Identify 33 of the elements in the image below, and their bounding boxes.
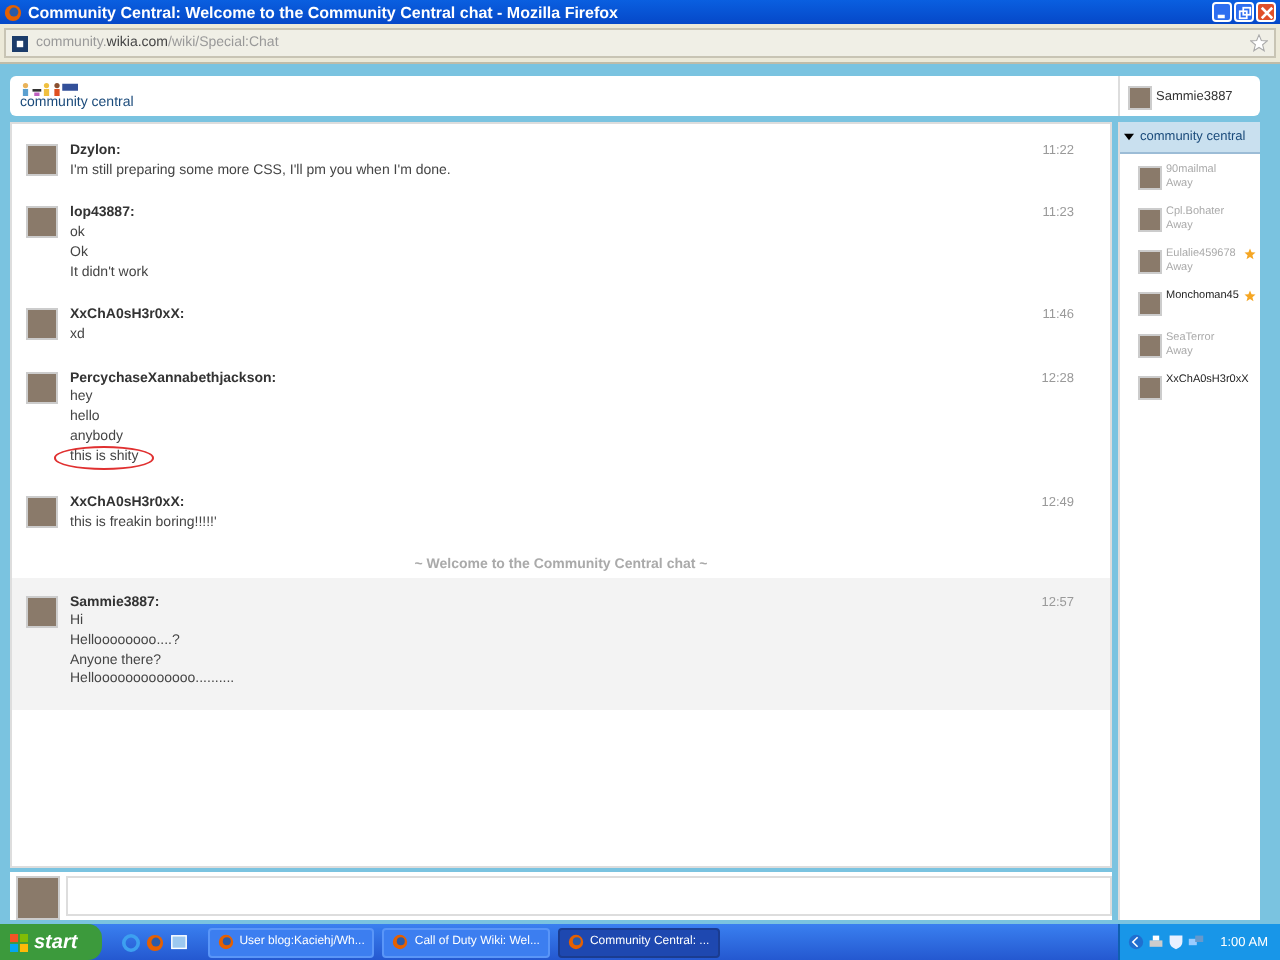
avatar-image (1128, 85, 1152, 109)
people-logo-icon (20, 82, 80, 96)
star-icon (1244, 290, 1256, 302)
close-icon (1259, 5, 1273, 19)
restore-icon (1237, 5, 1251, 19)
avatar-image (1138, 208, 1162, 232)
shield-icon[interactable] (1168, 934, 1185, 950)
avatar-image (1138, 166, 1162, 190)
site-identity-icon (12, 35, 28, 51)
printer-icon[interactable] (1148, 934, 1165, 950)
avatar-image (26, 595, 58, 628)
star-icon (1244, 248, 1256, 260)
avatar-image (26, 496, 58, 529)
avatar-image (16, 875, 60, 919)
avatar-image (26, 144, 58, 176)
minimize-button[interactable] (1212, 2, 1232, 22)
avatar-image (1138, 334, 1162, 358)
tray-icon[interactable] (1128, 934, 1145, 950)
avatar-image (26, 308, 58, 341)
avatar-image (1138, 292, 1162, 316)
restore-button[interactable] (1234, 2, 1254, 22)
start-button[interactable]: start (0, 924, 102, 960)
avatar-image (1138, 376, 1162, 400)
network-icon[interactable] (1188, 934, 1205, 950)
window-title: Community Central: Welcome to the Community Central chat - Mozilla Firefox (28, 3, 620, 21)
desktop-icon[interactable] (169, 933, 188, 951)
message-input[interactable] (66, 876, 1112, 916)
avatar-image (26, 371, 58, 404)
avatar-image (1138, 250, 1162, 274)
bookmark-star-icon[interactable] (1250, 34, 1268, 52)
avatar-image (26, 206, 58, 239)
windows-flag-icon (10, 933, 28, 951)
close-button[interactable] (1256, 2, 1276, 22)
